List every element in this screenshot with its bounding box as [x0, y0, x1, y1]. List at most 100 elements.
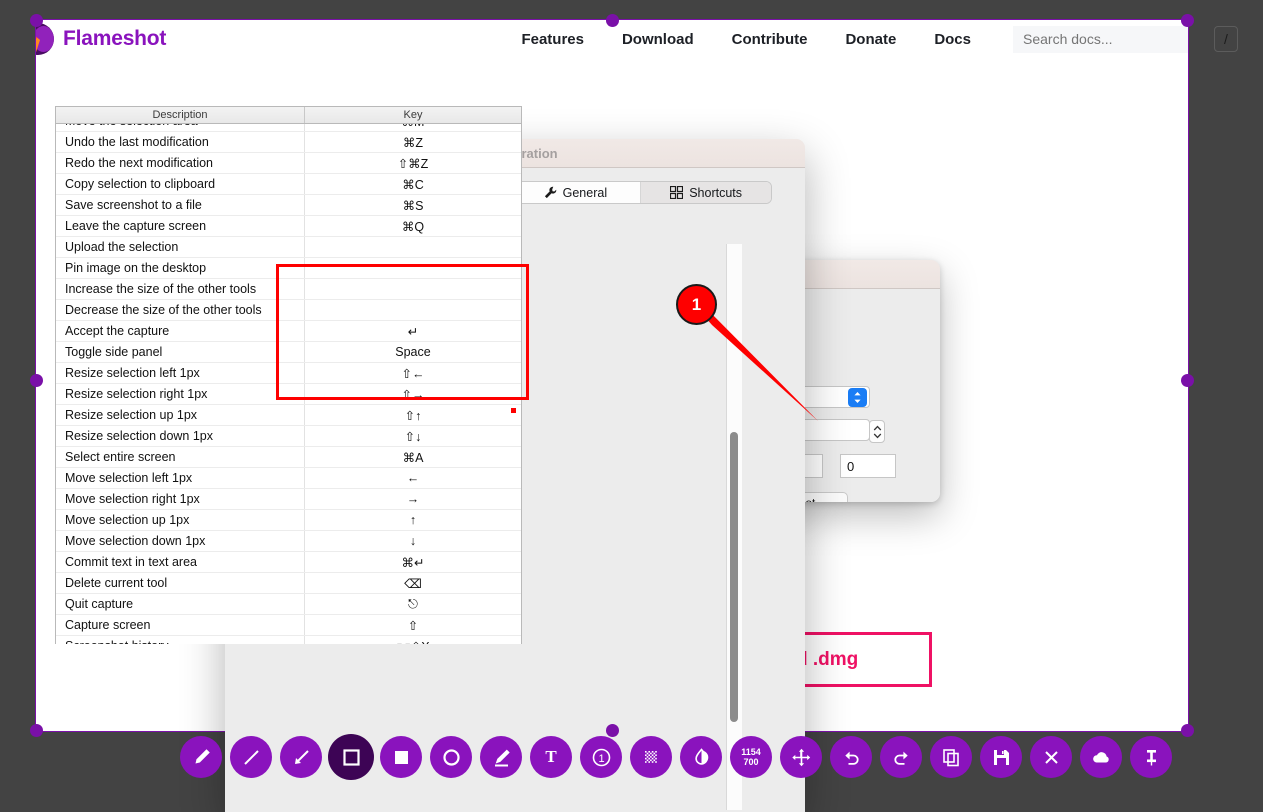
table-row[interactable]: Accept the capture ↵ [56, 321, 521, 342]
row-key[interactable]: ↓ [305, 531, 521, 551]
row-key[interactable]: ⇧↑ [305, 405, 521, 425]
row-key[interactable]: ↑ [305, 510, 521, 530]
row-key[interactable]: ⌘S [305, 195, 521, 215]
redo-button[interactable] [880, 736, 922, 778]
tab-shortcuts[interactable]: Shortcuts [641, 182, 771, 203]
selection-handle-middle-right[interactable] [1181, 374, 1194, 387]
row-key[interactable]: ⌘A [305, 447, 521, 467]
table-row[interactable]: Leave the capture screen ⌘Q [56, 216, 521, 237]
chevron-updown-icon[interactable] [848, 388, 867, 407]
row-key[interactable]: → [305, 489, 521, 509]
row-key[interactable]: ⌘↵ [305, 552, 521, 572]
save-button[interactable] [980, 736, 1022, 778]
move-tool-button[interactable] [780, 736, 822, 778]
copy-button[interactable] [930, 736, 972, 778]
selection-handle-top-left[interactable] [30, 14, 43, 27]
selection-handle-bottom-right[interactable] [1181, 724, 1194, 737]
selection-handle-top-center[interactable] [606, 14, 619, 27]
row-key[interactable]: ← [305, 468, 521, 488]
row-key[interactable]: ⇧→ [305, 384, 521, 404]
marker-tool-button[interactable] [480, 736, 522, 778]
table-scrollbar-thumb[interactable] [730, 432, 738, 722]
brand[interactable]: Flameshot [36, 23, 166, 55]
row-key[interactable]: ⇧ [305, 615, 521, 635]
flameshot-logo-icon [36, 23, 54, 55]
table-row[interactable]: Move selection left 1px ← [56, 468, 521, 489]
row-key[interactable]: ⇧↓ [305, 426, 521, 446]
invert-tool-button[interactable] [680, 736, 722, 778]
table-row[interactable]: Commit text in text area ⌘↵ [56, 552, 521, 573]
arrow-tool-button[interactable] [280, 736, 322, 778]
nav-item-download[interactable]: Download [622, 31, 694, 48]
row-key[interactable]: ⌘Z [305, 132, 521, 152]
row-key[interactable]: ⎋ [305, 594, 521, 614]
row-key[interactable]: ⇧⌘Z [305, 153, 521, 173]
table-row[interactable]: Resize selection up 1px ⇧↑ [56, 405, 521, 426]
rectangle-outline-tool-button[interactable] [330, 736, 372, 778]
selection-handle-middle-left[interactable] [30, 374, 43, 387]
row-description: Move selection down 1px [56, 531, 305, 551]
counter-tool-button[interactable]: 1 [580, 736, 622, 778]
table-row[interactable]: Quit capture ⎋ [56, 594, 521, 615]
table-row[interactable]: Increase the size of the other tools [56, 279, 521, 300]
close-button[interactable] [1030, 736, 1072, 778]
line-tool-button[interactable] [230, 736, 272, 778]
table-row[interactable]: Decrease the size of the other tools [56, 300, 521, 321]
circle-outline-tool-button[interactable] [430, 736, 472, 778]
table-row[interactable]: Pin image on the desktop [56, 258, 521, 279]
table-row[interactable]: Resize selection right 1px ⇧→ [56, 384, 521, 405]
undo-button[interactable] [830, 736, 872, 778]
row-key[interactable] [305, 279, 521, 299]
spinner-stepper[interactable] [869, 420, 885, 443]
row-key[interactable]: ⌫ [305, 573, 521, 593]
table-row[interactable]: Save screenshot to a file ⌘S [56, 195, 521, 216]
pin-button[interactable] [1130, 736, 1172, 778]
row-key[interactable]: ⌘Q [305, 216, 521, 236]
row-key[interactable]: Space [305, 342, 521, 362]
table-row[interactable]: Upload the selection [56, 237, 521, 258]
nav-item-donate[interactable]: Donate [845, 31, 896, 48]
table-row[interactable]: Select entire screen ⌘A [56, 447, 521, 468]
selection-handle-top-right[interactable] [1181, 14, 1194, 27]
pixelate-tool-button[interactable] [630, 736, 672, 778]
row-description: Pin image on the desktop [56, 258, 305, 278]
nav-item-contribute[interactable]: Contribute [732, 31, 808, 48]
pencil-tool-button[interactable] [180, 736, 222, 778]
search-wrap [1013, 25, 1188, 53]
search-input[interactable] [1013, 25, 1188, 53]
upload-button[interactable] [1080, 736, 1122, 778]
table-row[interactable]: Move selection up 1px ↑ [56, 510, 521, 531]
nav-item-features[interactable]: Features [521, 31, 584, 48]
table-row[interactable]: Move selection right 1px → [56, 489, 521, 510]
shortcuts-table-body[interactable]: Move the selection area⌘MUndo the last m… [55, 124, 522, 644]
brand-name: Flameshot [63, 27, 167, 50]
table-row[interactable]: Resize selection down 1px ⇧↓ [56, 426, 521, 447]
row-key[interactable] [305, 300, 521, 320]
row-description: Commit text in text area [56, 552, 305, 572]
text-tool-button[interactable]: T [530, 736, 572, 778]
selection-handle-bottom-left[interactable] [30, 724, 43, 737]
table-row[interactable]: Resize selection left 1px ⇧← [56, 363, 521, 384]
text-field-right[interactable]: 0 [840, 454, 896, 478]
tab-label: General [562, 185, 608, 200]
table-row[interactable]: Undo the last modification ⌘Z [56, 132, 521, 153]
table-row[interactable]: Redo the next modification ⇧⌘Z [56, 153, 521, 174]
nav-item-docs[interactable]: Docs [934, 31, 971, 48]
row-key[interactable] [305, 237, 521, 257]
tab-general[interactable]: General [510, 182, 642, 203]
row-key[interactable]: ⌥⇧X [305, 636, 521, 645]
table-row[interactable]: Move the selection area⌘M [56, 124, 521, 132]
table-row[interactable]: Screenshot history⌥⇧X [56, 636, 521, 644]
row-key[interactable]: ⇧← [305, 363, 521, 383]
row-key[interactable]: ⌘C [305, 174, 521, 194]
rectangle-filled-tool-button[interactable] [380, 736, 422, 778]
table-row[interactable]: Capture screen ⇧ [56, 615, 521, 636]
table-row[interactable]: Move selection down 1px ↓ [56, 531, 521, 552]
table-row[interactable]: Delete current tool ⌫ [56, 573, 521, 594]
table-row[interactable]: Copy selection to clipboard ⌘C [56, 174, 521, 195]
table-row[interactable]: Toggle side panel Space [56, 342, 521, 363]
row-key[interactable]: ↵ [305, 321, 521, 341]
nav-links: Features Download Contribute Donate Docs [521, 31, 971, 48]
row-key[interactable] [305, 258, 521, 278]
row-key[interactable]: ⌘M [305, 124, 521, 131]
